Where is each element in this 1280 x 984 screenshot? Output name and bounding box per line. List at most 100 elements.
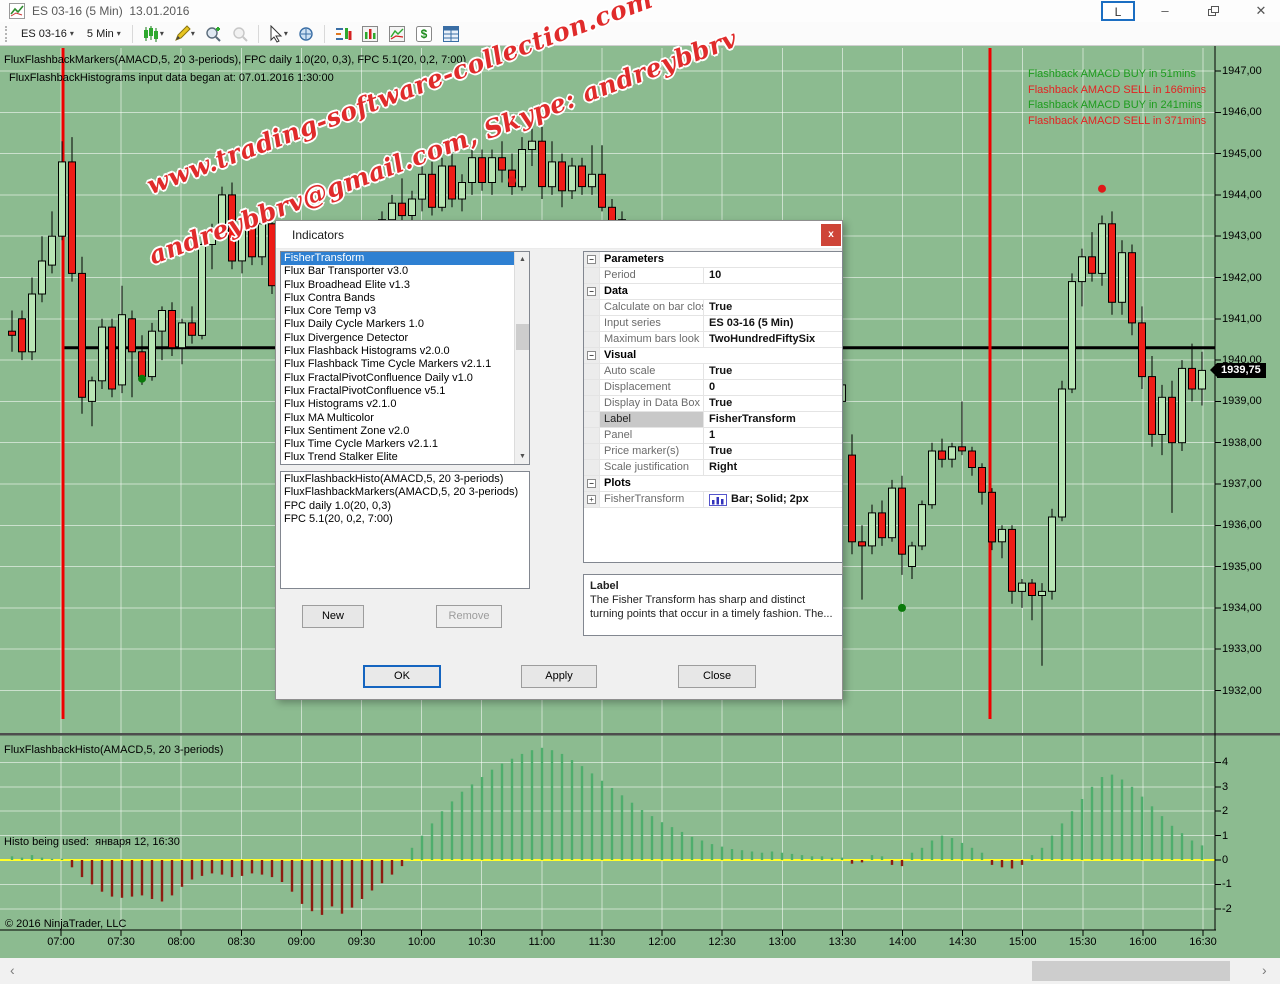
- chart-analyzer-icon[interactable]: [358, 24, 382, 44]
- available-indicators-list[interactable]: FisherTransformFlux Bar Transporter v3.0…: [280, 251, 530, 465]
- price-axis-label: 1943,00: [1222, 230, 1262, 242]
- property-group[interactable]: −Parameters: [584, 252, 842, 268]
- property-row[interactable]: Displacement0: [584, 380, 842, 396]
- instrument-selector[interactable]: ES 03-16▾: [16, 26, 79, 42]
- scrollbar-thumb[interactable]: [516, 324, 529, 350]
- time-axis-label: 07:00: [41, 936, 81, 948]
- ok-button[interactable]: OK: [363, 665, 441, 688]
- svg-text:$: $: [421, 27, 428, 41]
- line-chart-icon[interactable]: [385, 24, 409, 44]
- price-axis-label: 1935,00: [1222, 561, 1262, 573]
- interval-label: 5 Min: [87, 28, 114, 40]
- configured-indicators-list[interactable]: FluxFlashbackHisto(AMACD,5, 20 3-periods…: [280, 471, 530, 589]
- price-axis-label: 1937,00: [1222, 478, 1262, 490]
- indicator-list-item[interactable]: Flux Divergence Detector: [281, 332, 514, 345]
- indicator-list-item[interactable]: Flux FractalPivotConfluence v5.1: [281, 385, 514, 398]
- indicator-list-item[interactable]: Flux Core Temp v3: [281, 305, 514, 318]
- scroll-up-icon[interactable]: ▲: [515, 252, 530, 267]
- scroll-left-icon[interactable]: ‹: [10, 962, 15, 978]
- cursor-icon[interactable]: ▾: [265, 24, 291, 44]
- property-row[interactable]: Period10: [584, 268, 842, 284]
- property-row[interactable]: Panel1: [584, 428, 842, 444]
- sell-marker-dot: [508, 176, 516, 184]
- horizontal-scrollbar[interactable]: ‹ ›: [0, 958, 1280, 984]
- indicator-list-item[interactable]: FisherTransform: [281, 252, 514, 265]
- property-row[interactable]: LabelFisherTransform: [584, 412, 842, 428]
- scrollbar-thumb[interactable]: [1032, 961, 1230, 981]
- close-icon[interactable]: ✕: [1246, 1, 1276, 21]
- interval-selector[interactable]: 5 Min▾: [82, 26, 126, 42]
- toolbar-grip[interactable]: [5, 26, 10, 42]
- buy-marker-dot: [138, 375, 146, 383]
- zoom-out-icon[interactable]: [228, 24, 252, 44]
- chart-window-icon: [9, 3, 25, 24]
- property-row[interactable]: Display in Data BoxTrue: [584, 396, 842, 412]
- histogram-axis-label: -1: [1222, 878, 1232, 890]
- candlestick-style-icon[interactable]: ▾: [139, 24, 167, 44]
- price-axis-label: 1944,00: [1222, 189, 1262, 201]
- restore-icon[interactable]: [1198, 1, 1228, 21]
- dialog-titlebar[interactable]: Indicators x: [276, 221, 842, 249]
- property-row[interactable]: +FisherTransformBar; Solid; 2px: [584, 492, 842, 508]
- indicator-list-item[interactable]: Flux Flashback Time Cycle Markers v2.1.1: [281, 358, 514, 371]
- indicator-list-item[interactable]: Flux Flashback Histograms v2.0.0: [281, 345, 514, 358]
- indicator-list-item[interactable]: Flux Broadhead Elite v1.3: [281, 279, 514, 292]
- indicator-list-item[interactable]: Flux Daily Cycle Markers 1.0: [281, 318, 514, 331]
- property-group[interactable]: −Visual: [584, 348, 842, 364]
- panel-divider: [0, 733, 1280, 736]
- collapse-icon[interactable]: −: [584, 476, 600, 491]
- dialog-title: Indicators: [292, 228, 344, 242]
- drawing-tools-icon[interactable]: ▾: [170, 24, 198, 44]
- configured-indicator-item[interactable]: FPC daily 1.0(20, 0,3): [281, 500, 529, 513]
- expand-icon[interactable]: +: [587, 495, 596, 504]
- property-group[interactable]: −Data: [584, 284, 842, 300]
- data-grid-icon[interactable]: [439, 24, 463, 44]
- configured-indicator-item[interactable]: FluxFlashbackMarkers(AMACD,5, 20 3-perio…: [281, 486, 529, 499]
- indicator-list-item[interactable]: Flux Bar Transporter v3.0: [281, 265, 514, 278]
- dollar-icon[interactable]: $: [412, 24, 436, 44]
- property-row[interactable]: Input seriesES 03-16 (5 Min): [584, 316, 842, 332]
- collapse-icon[interactable]: −: [584, 284, 600, 299]
- apply-button[interactable]: Apply: [521, 665, 597, 688]
- indicator-list-item[interactable]: Flux MA Multicolor: [281, 412, 514, 425]
- time-axis-label: 08:00: [161, 936, 201, 948]
- toolbar-separator: [132, 25, 133, 43]
- copyright-label: © 2016 NinjaTrader, LLC: [5, 918, 126, 930]
- property-description: Label The Fisher Transform has sharp and…: [583, 574, 843, 636]
- configured-indicator-item[interactable]: FluxFlashbackHisto(AMACD,5, 20 3-periods…: [281, 473, 529, 486]
- histogram-axis-label: -2: [1222, 903, 1232, 915]
- minimize-icon[interactable]: –: [1150, 1, 1180, 21]
- remove-button[interactable]: Remove: [436, 605, 502, 628]
- collapse-icon[interactable]: −: [584, 348, 600, 363]
- scroll-down-icon[interactable]: ▼: [515, 449, 530, 464]
- dialog-close-icon[interactable]: x: [821, 224, 841, 246]
- configured-indicator-item[interactable]: FPC 5.1(20, 0,2, 7:00): [281, 513, 529, 526]
- indicator-list-item[interactable]: Flux Sentiment Zone v2.0: [281, 425, 514, 438]
- property-grid[interactable]: −ParametersPeriod10−DataCalculate on bar…: [583, 251, 843, 563]
- property-row[interactable]: Price marker(s)True: [584, 444, 842, 460]
- property-row[interactable]: Maximum bars look backTwoHundredFiftySix: [584, 332, 842, 348]
- indicator-list-item[interactable]: Flux Trend Stalker Elite: [281, 451, 514, 464]
- crosshair-icon[interactable]: [294, 24, 318, 44]
- property-row[interactable]: Scale justificationRight: [584, 460, 842, 476]
- new-button[interactable]: New: [302, 605, 364, 628]
- indicators-icon[interactable]: [331, 24, 355, 44]
- property-row[interactable]: Auto scaleTrue: [584, 364, 842, 380]
- indicator-list-item[interactable]: Flux Time Cycle Markers v2.1.1: [281, 438, 514, 451]
- indicator-list-item[interactable]: Flux FractalPivotConfluence Daily v1.0: [281, 372, 514, 385]
- price-axis-label: 1945,00: [1222, 148, 1262, 160]
- histogram-axis-label: 1: [1222, 830, 1228, 842]
- indicator-list-item[interactable]: Flux Histograms v2.1.0: [281, 398, 514, 411]
- close-button[interactable]: Close: [678, 665, 756, 688]
- indicator-overlay-label-2: FluxFlashbackHistograms input data began…: [9, 72, 334, 84]
- zoom-in-icon[interactable]: [201, 24, 225, 44]
- property-row[interactable]: Calculate on bar closeTrue: [584, 300, 842, 316]
- list-scrollbar[interactable]: ▲ ▼: [514, 252, 529, 464]
- indicator-list-item[interactable]: Flux Contra Bands: [281, 292, 514, 305]
- last-price-marker: 1939,75: [1217, 363, 1266, 378]
- scroll-right-icon[interactable]: ›: [1262, 962, 1267, 978]
- time-axis-label: 13:30: [822, 936, 862, 948]
- link-button[interactable]: L: [1101, 1, 1135, 21]
- collapse-icon[interactable]: −: [584, 252, 600, 267]
- property-group[interactable]: −Plots: [584, 476, 842, 492]
